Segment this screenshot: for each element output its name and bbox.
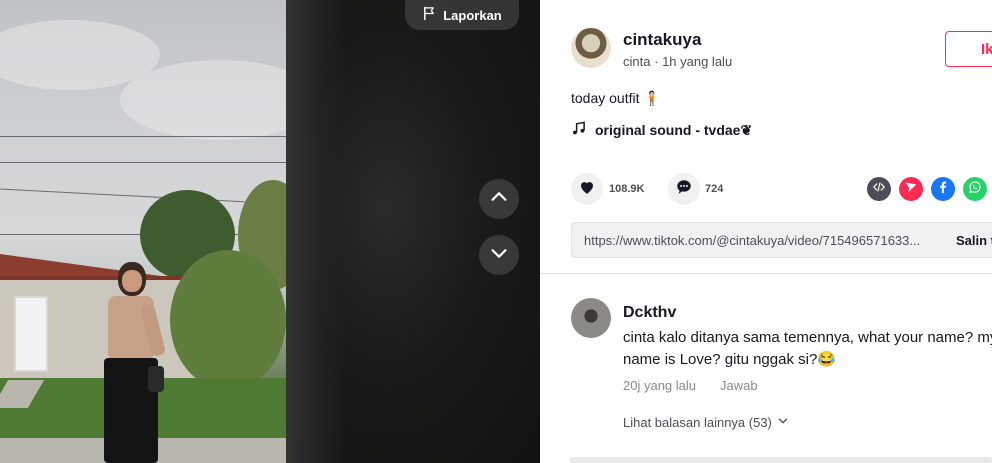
video-player[interactable]: Laporkan	[0, 0, 540, 463]
section-divider	[540, 273, 992, 274]
embed-button[interactable]	[867, 177, 891, 201]
power-line	[0, 136, 286, 137]
share-link-url[interactable]: https://www.tiktok.com/@cintakuya/video/…	[584, 233, 944, 248]
next-video-button[interactable]	[479, 235, 519, 275]
share-whatsapp-button[interactable]	[963, 177, 987, 201]
share-facebook-button[interactable]	[931, 177, 955, 201]
post-caption: today outfit 🧍🏻	[571, 90, 661, 106]
author-subline: cinta · 1h yang lalu	[623, 54, 732, 69]
commenter-username[interactable]: Dckthv	[623, 304, 676, 322]
comment-icon	[675, 178, 693, 201]
video-frame[interactable]	[0, 0, 286, 463]
send-to-friends-button[interactable]	[899, 177, 923, 201]
person-face	[122, 270, 142, 292]
author-avatar[interactable]	[571, 28, 611, 68]
like-count: 108.9K	[609, 183, 645, 195]
power-line	[0, 188, 286, 205]
chevron-down-icon	[776, 414, 790, 431]
sound-link[interactable]: original sound - tvdae❦	[571, 121, 752, 139]
like-button[interactable]	[571, 173, 603, 205]
embed-icon	[872, 180, 886, 199]
heart-icon	[578, 178, 596, 201]
follow-button[interactable]: Ik	[945, 31, 992, 67]
bush	[170, 250, 286, 390]
share-link-box: https://www.tiktok.com/@cintakuya/video/…	[571, 222, 992, 258]
comment-input-bar[interactable]	[570, 457, 992, 463]
commenter-avatar[interactable]	[571, 298, 611, 338]
sound-title: original sound - tvdae❦	[595, 121, 753, 138]
comment-meta: 20j yang lalu Jawab	[623, 378, 758, 393]
comment-time: 20j yang lalu	[623, 378, 696, 393]
reply-button[interactable]: Jawab	[720, 378, 758, 393]
music-note-icon	[571, 121, 586, 139]
whatsapp-icon	[968, 180, 982, 199]
separator: ·	[654, 54, 659, 69]
previous-video-button[interactable]	[479, 179, 519, 219]
post-detail-panel: cintakuya cinta · 1h yang lalu Ik today …	[540, 0, 992, 463]
video-blur-edge	[286, 0, 346, 463]
comment-button[interactable]	[668, 173, 700, 205]
author-nickname: cinta	[623, 54, 651, 69]
comment-count: 724	[705, 183, 724, 195]
flag-icon	[422, 6, 437, 24]
house-door	[14, 296, 48, 372]
chevron-up-icon	[488, 186, 510, 213]
view-more-replies-button[interactable]: Lihat balasan lainnya (53)	[623, 414, 790, 431]
view-more-replies-label: Lihat balasan lainnya (53)	[623, 415, 772, 430]
facebook-icon	[936, 180, 950, 199]
chevron-down-icon	[488, 242, 510, 269]
send-icon	[904, 180, 918, 199]
report-label: Laporkan	[443, 7, 502, 23]
comment-text: cinta kalo ditanya sama temennya, what y…	[623, 329, 992, 368]
copy-link-button[interactable]: Salin t	[956, 233, 992, 248]
person-bag	[148, 366, 164, 392]
post-time: 1h yang lalu	[662, 54, 733, 69]
person-figure	[100, 262, 170, 463]
power-line	[0, 162, 286, 163]
report-button[interactable]: Laporkan	[405, 0, 519, 30]
author-username[interactable]: cintakuya	[623, 30, 701, 50]
follow-label: Ik	[981, 40, 992, 58]
